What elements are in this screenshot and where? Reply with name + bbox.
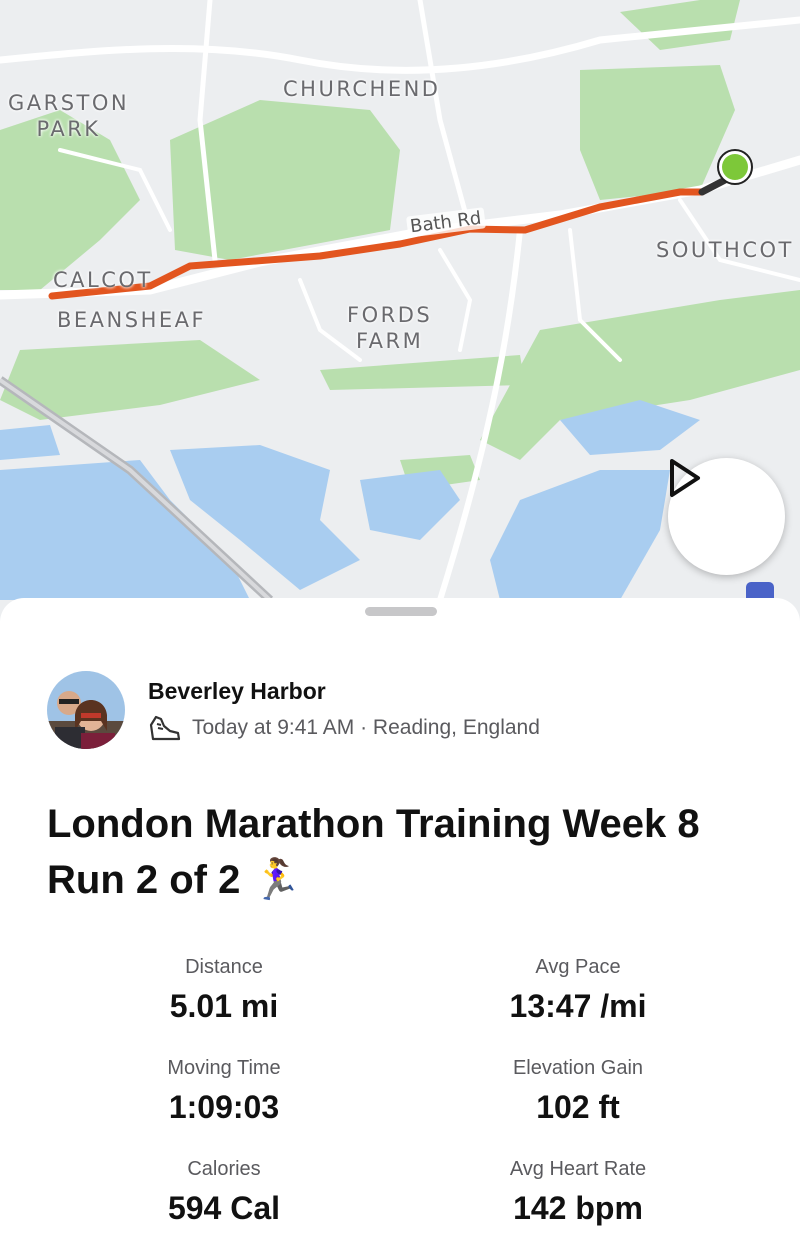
stat-distance: Distance 5.01 mi bbox=[34, 954, 414, 1028]
stat-value: 142 bpm bbox=[513, 1190, 643, 1226]
avatar[interactable] bbox=[47, 671, 125, 749]
avatar-photo bbox=[47, 671, 125, 749]
route-start-marker bbox=[722, 154, 748, 180]
map-label-southcot: SOUTHCOT bbox=[656, 238, 794, 262]
map-label-fords-farm: FORDS FARM bbox=[347, 303, 433, 353]
stat-elevation-gain: Elevation Gain 102 ft bbox=[388, 1055, 768, 1129]
activity-title: London Marathon Training Week 8 Run 2 of… bbox=[47, 802, 700, 902]
sheet-drag-handle[interactable] bbox=[365, 607, 437, 616]
stat-label: Moving Time bbox=[167, 1057, 281, 1079]
stat-moving-time: Moving Time 1:09:03 bbox=[34, 1055, 414, 1129]
map-label-churchend: CHURCHEND bbox=[283, 77, 441, 101]
stat-value: 594 Cal bbox=[167, 1190, 281, 1226]
water-areas bbox=[0, 400, 700, 600]
activity-meta: Today at 9:41 AM · Reading, England bbox=[148, 713, 540, 743]
stat-calories: Calories 594 Cal bbox=[34, 1156, 414, 1230]
play-icon bbox=[670, 459, 700, 497]
athlete-name[interactable]: Beverley Harbor bbox=[148, 678, 326, 705]
activity-date-location: Today at 9:41 AM · Reading, England bbox=[192, 716, 540, 739]
run-shoe-icon bbox=[149, 715, 181, 741]
map-label-beansheaf: BEANSHEAF bbox=[57, 308, 207, 332]
stat-value: 1:09:03 bbox=[168, 1089, 280, 1125]
stat-value: 102 ft bbox=[536, 1089, 620, 1125]
stat-value: 13:47 /mi bbox=[509, 988, 647, 1024]
stat-avg-pace: Avg Pace 13:47 /mi bbox=[388, 954, 768, 1028]
stat-label: Distance bbox=[185, 956, 263, 978]
route-map[interactable]: GARSTON PARK CHURCHEND CALCOT BEANSHEAF … bbox=[0, 0, 800, 640]
stat-label: Elevation Gain bbox=[512, 1057, 644, 1079]
activity-sheet: Beverley Harbor Today at 9:41 AM · Readi… bbox=[0, 598, 800, 1244]
stat-value: 5.01 mi bbox=[169, 988, 279, 1024]
stat-label: Calories bbox=[187, 1158, 261, 1180]
stat-label: Avg Heart Rate bbox=[509, 1158, 647, 1180]
stat-avg-heart-rate: Avg Heart Rate 142 bpm bbox=[388, 1156, 768, 1230]
stat-label: Avg Pace bbox=[535, 956, 621, 978]
play-route-button[interactable] bbox=[668, 458, 785, 575]
map-label-garston-park: GARSTON PARK bbox=[8, 91, 130, 141]
map-label-calcot: CALCOT bbox=[53, 268, 153, 292]
